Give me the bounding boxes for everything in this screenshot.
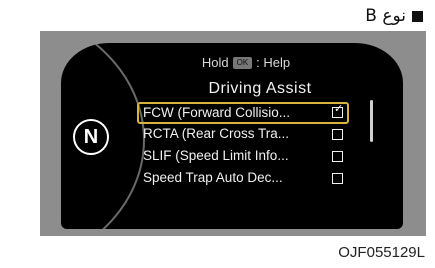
figure-code: OJF055129L bbox=[338, 244, 425, 261]
checkbox-unchecked[interactable] bbox=[332, 151, 343, 162]
checkbox-checked[interactable]: ✓ bbox=[332, 103, 344, 118]
checkbox-unchecked[interactable] bbox=[332, 129, 343, 140]
menu-item-speed-trap[interactable]: Speed Trap Auto Dec... bbox=[137, 168, 349, 190]
checkmark-icon: ✓ bbox=[334, 103, 344, 115]
gear-indicator: N bbox=[73, 119, 109, 155]
menu-scrollbar[interactable] bbox=[370, 100, 373, 142]
help-prefix: Hold bbox=[201, 55, 229, 70]
menu-item-label: SLIF (Speed Limit Info... bbox=[143, 148, 289, 163]
ok-key-icon: OK bbox=[232, 56, 253, 69]
help-hint: Hold OK : Help bbox=[61, 55, 403, 70]
cluster-screen: N Hold OK : Help Driving Assist FCW (For… bbox=[61, 43, 403, 229]
assist-menu: FCW (Forward Collisio... ✓ RCTA (Rear Cr… bbox=[137, 102, 349, 190]
help-suffix: : Help bbox=[256, 55, 291, 70]
type-label: نوع B bbox=[365, 6, 423, 26]
menu-item-label: RCTA (Rear Cross Tra... bbox=[143, 126, 290, 141]
checkbox-unchecked[interactable] bbox=[332, 173, 343, 184]
type-label-text: نوع B bbox=[365, 6, 406, 26]
menu-item-slif[interactable]: SLIF (Speed Limit Info... bbox=[137, 146, 349, 168]
menu-item-rcta[interactable]: RCTA (Rear Cross Tra... bbox=[137, 124, 349, 146]
menu-item-fcw[interactable]: FCW (Forward Collisio... ✓ bbox=[137, 102, 349, 124]
menu-title: Driving Assist bbox=[208, 80, 312, 97]
menu-item-label: FCW (Forward Collisio... bbox=[143, 105, 291, 120]
square-bullet-icon bbox=[412, 10, 423, 22]
menu-item-label: Speed Trap Auto Dec... bbox=[143, 170, 283, 185]
